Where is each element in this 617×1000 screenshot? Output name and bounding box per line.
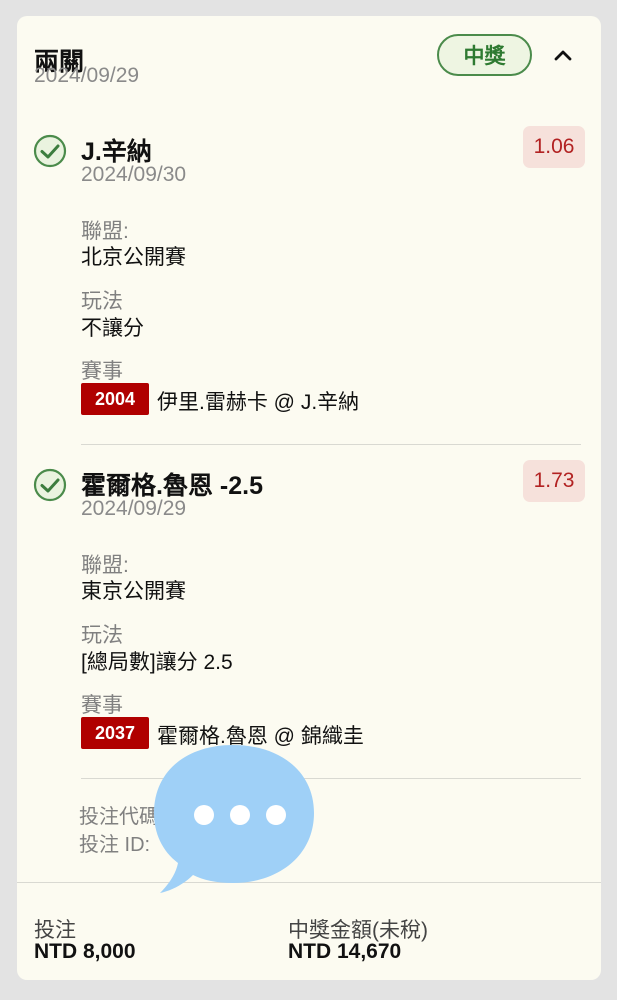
league-value: 北京公開賽 [81,246,186,269]
play-value: [總局數]讓分 2.5 [81,651,233,674]
stake-value: NTD 8,000 [34,940,136,963]
odds-badge: 1.73 [523,460,585,502]
match-name: 伊里.雷赫卡 @ J.辛納 [157,391,360,414]
play-label: 玩法 [81,624,123,647]
selection-date: 2024/09/30 [81,163,187,186]
check-circle-icon [33,134,67,168]
league-value: 東京公開賽 [81,580,186,603]
match-label: 賽事 [81,360,123,383]
status-badge: 中獎 [437,34,532,76]
divider [81,444,581,445]
match-code-badge: 2037 [81,717,149,749]
match-code-badge: 2004 [81,383,149,415]
bet-code-label: 投注代碼 [79,806,159,828]
play-value: 不讓分 [81,317,144,340]
match-label: 賽事 [81,694,123,717]
selection-date: 2024/09/29 [81,497,187,520]
payout-value: NTD 14,670 [288,940,402,963]
odds-badge: 1.06 [523,126,585,168]
chat-bubble-icon[interactable] [148,735,318,895]
bet-date: 2024/09/29 [34,64,140,87]
play-label: 玩法 [81,290,123,313]
chevron-up-icon[interactable] [550,42,576,68]
check-circle-icon [33,468,67,502]
bet-id-label: 投注 ID: [79,834,151,856]
